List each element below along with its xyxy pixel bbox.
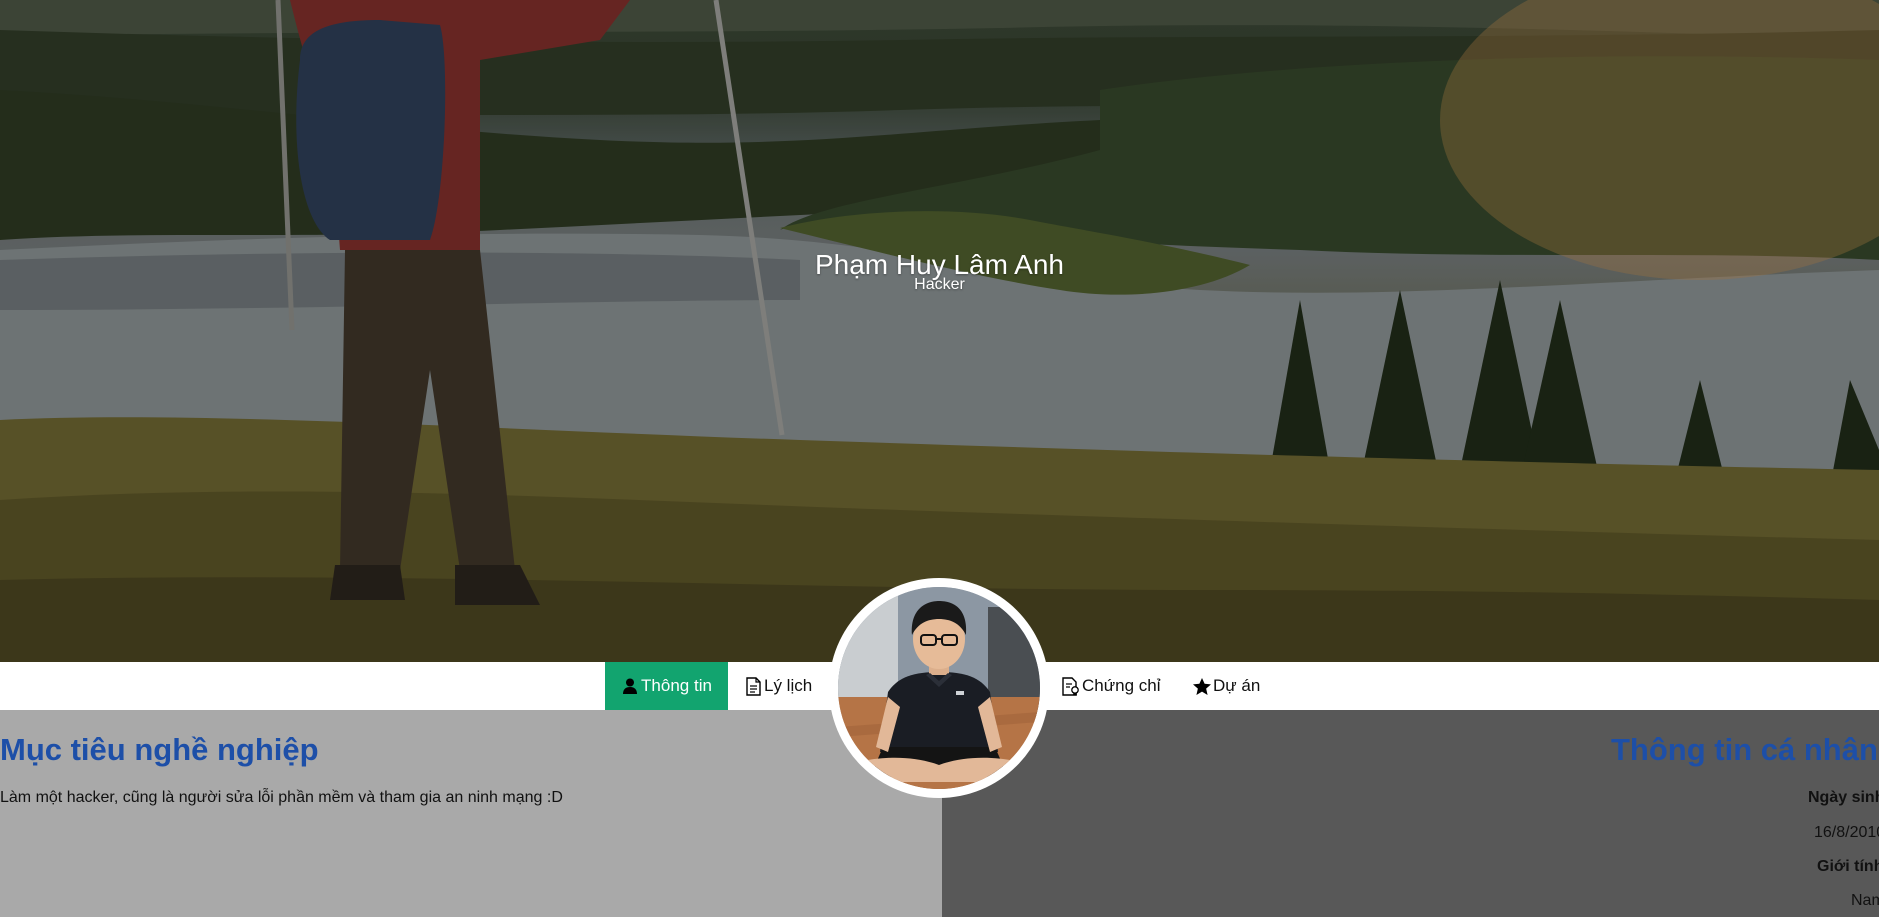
hero-background-image	[0, 0, 1879, 662]
tab-certificates-label: Chứng chỉ	[1082, 676, 1161, 695]
profile-page: Phạm Huy Lâm Anh Hacker Thông tin Lý lịc…	[0, 0, 1879, 917]
document-icon	[744, 676, 762, 696]
tab-info-label: Thông tin	[641, 676, 712, 695]
tab-certificates[interactable]: Chứng chỉ	[1062, 662, 1174, 710]
user-icon	[621, 676, 639, 696]
tab-resume[interactable]: Lý lịch	[744, 662, 836, 710]
avatar	[829, 578, 1049, 798]
star-icon	[1193, 676, 1211, 696]
avatar-photo	[838, 587, 1040, 789]
tab-projects-label: Dự án	[1213, 676, 1261, 695]
tab-projects[interactable]: Dự án	[1193, 662, 1283, 710]
hero-banner: Phạm Huy Lâm Anh Hacker	[0, 0, 1879, 662]
profile-role: Hacker	[914, 276, 965, 293]
career-goal-text: Làm một hacker, cũng là người sửa lỗi ph…	[0, 789, 563, 806]
tab-info[interactable]: Thông tin	[605, 662, 728, 710]
career-goal-heading: Mục tiêu nghề nghiệp	[0, 732, 319, 767]
gender-value: Nam	[1851, 892, 1879, 909]
dob-value: 16/8/2010	[1814, 824, 1879, 841]
dob-label: Ngày sinh	[1808, 789, 1879, 806]
personal-info-heading: Thông tin cá nhân	[1611, 732, 1878, 767]
tab-resume-label: Lý lịch	[764, 676, 813, 695]
gender-label: Giới tính	[1817, 858, 1879, 875]
certificate-icon	[1062, 676, 1080, 696]
